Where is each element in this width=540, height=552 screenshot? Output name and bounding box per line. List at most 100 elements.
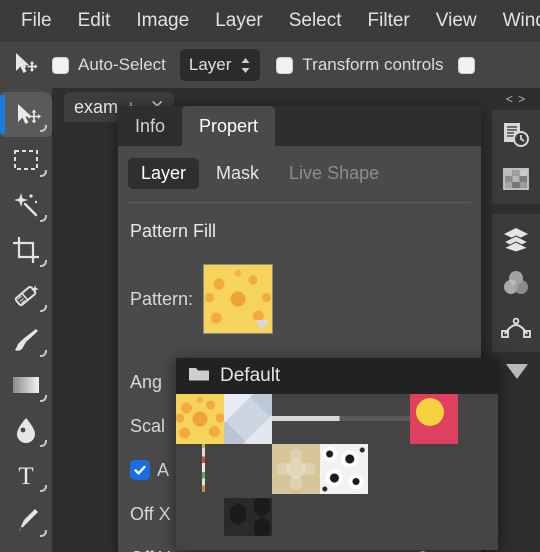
pattern-picker-header[interactable]: Default bbox=[176, 358, 498, 394]
tool-magic-wand[interactable] bbox=[0, 182, 52, 227]
subtab-mask[interactable]: Mask bbox=[203, 158, 272, 189]
pattern-item-thin-line[interactable] bbox=[272, 416, 422, 421]
move-tool-icon bbox=[18, 103, 41, 124]
menu-item-layer[interactable]: Layer bbox=[202, 0, 276, 42]
extra-checkbox[interactable] bbox=[457, 56, 475, 74]
menu-item-window[interactable]: Window bbox=[490, 0, 540, 42]
drag-handle-icon[interactable]: < > bbox=[492, 88, 540, 110]
tool-expand-corner-icon bbox=[40, 485, 47, 492]
menu-item-filter[interactable]: Filter bbox=[355, 0, 423, 42]
blur-droplet-icon bbox=[17, 417, 35, 443]
layers-panel-button[interactable] bbox=[499, 222, 533, 256]
layers-stack-icon bbox=[502, 228, 530, 253]
brush-icon bbox=[15, 328, 38, 351]
tool-expand-corner-icon bbox=[40, 215, 47, 222]
scale-label: Scal bbox=[130, 415, 166, 436]
subtab-layer[interactable]: Layer bbox=[128, 158, 200, 189]
tool-blur[interactable] bbox=[0, 407, 52, 452]
tool-gradient[interactable] bbox=[0, 362, 52, 407]
history-icon bbox=[504, 123, 529, 147]
tool-palette: T bbox=[0, 88, 52, 552]
transform-controls-option[interactable]: Transform controls bbox=[276, 55, 444, 75]
paths-panel-button[interactable] bbox=[499, 310, 533, 344]
tab-properties[interactable]: Propert bbox=[182, 106, 276, 146]
tool-expand-corner-icon bbox=[40, 530, 47, 537]
pattern-field-row: Pattern: bbox=[118, 264, 481, 334]
right-dock: < > bbox=[492, 88, 540, 552]
auto-select-checkbox[interactable] bbox=[52, 56, 69, 74]
pattern-item-color-stripe[interactable] bbox=[202, 444, 205, 492]
pattern-item-crimson-circle[interactable] bbox=[410, 394, 458, 444]
menu-bar: File Edit Image Layer Select Filter View… bbox=[0, 0, 540, 42]
tool-crop[interactable] bbox=[0, 227, 52, 272]
tool-pen[interactable] bbox=[0, 497, 52, 542]
swatches-grid-icon bbox=[503, 168, 529, 190]
options-bar: Auto-Select Layer Transform controls bbox=[0, 42, 540, 88]
tool-expand-corner-icon bbox=[40, 440, 47, 447]
tool-move[interactable] bbox=[0, 92, 52, 137]
paths-curve-icon bbox=[501, 317, 531, 338]
marquee-icon bbox=[14, 149, 38, 170]
tool-expand-corner-icon bbox=[40, 125, 47, 132]
auto-select-option[interactable]: Auto-Select bbox=[52, 55, 166, 75]
gradient-icon bbox=[13, 376, 39, 393]
tool-rectangular-marquee[interactable] bbox=[0, 137, 52, 182]
triangle-down-icon bbox=[255, 320, 270, 330]
checkmark-icon bbox=[134, 465, 146, 475]
tab-info[interactable]: Info bbox=[118, 106, 182, 146]
menu-item-select[interactable]: Select bbox=[276, 0, 355, 42]
pattern-folder-label: Default bbox=[220, 365, 281, 386]
pattern-item-dark-hexagon[interactable] bbox=[224, 498, 272, 536]
tool-eraser[interactable] bbox=[0, 272, 52, 317]
menu-item-file[interactable]: File bbox=[8, 0, 65, 42]
offset-y-label: Off Y bbox=[130, 548, 170, 552]
magic-wand-icon bbox=[14, 192, 38, 216]
menu-item-view[interactable]: View bbox=[423, 0, 490, 42]
menu-item-edit[interactable]: Edit bbox=[65, 0, 124, 42]
dock-group-history bbox=[492, 110, 540, 204]
pen-nib-icon bbox=[19, 508, 38, 531]
pattern-item-monochrome-floral[interactable] bbox=[320, 444, 368, 494]
link-with-layer-checkbox[interactable] bbox=[130, 460, 150, 480]
extra-option[interactable] bbox=[457, 56, 475, 74]
pattern-picker-grid bbox=[176, 394, 498, 536]
tool-expand-corner-icon bbox=[40, 260, 47, 267]
tool-expand-corner-icon bbox=[40, 170, 47, 177]
offset-x-label: Off X bbox=[130, 503, 171, 524]
swatches-panel-button[interactable] bbox=[499, 162, 533, 196]
transform-controls-checkbox[interactable] bbox=[276, 56, 294, 74]
dock-group-layers bbox=[492, 214, 540, 352]
chevron-updown-icon bbox=[240, 57, 251, 74]
crop-icon bbox=[13, 236, 39, 263]
tool-shape[interactable] bbox=[0, 542, 52, 552]
section-title-pattern-fill: Pattern Fill bbox=[130, 221, 217, 241]
menu-item-image[interactable]: Image bbox=[123, 0, 202, 42]
tool-expand-corner-icon bbox=[40, 305, 47, 312]
eraser-icon bbox=[14, 284, 39, 306]
pattern-label: Pattern: bbox=[130, 288, 194, 309]
history-panel-button[interactable] bbox=[499, 118, 533, 152]
channels-circles-icon bbox=[504, 271, 528, 294]
pattern-picker-popup: Default bbox=[176, 358, 528, 550]
pattern-item-yellow-swirl[interactable] bbox=[176, 394, 224, 444]
properties-tab-row: Info Propert bbox=[118, 106, 481, 146]
photo-editor-window: File Edit Image Layer Select Filter View… bbox=[0, 0, 540, 552]
move-tool-icon bbox=[10, 50, 40, 80]
document-tab-label: exam bbox=[74, 96, 119, 117]
svg-text:T: T bbox=[18, 463, 33, 490]
target-select-dropdown[interactable]: Layer bbox=[179, 49, 261, 81]
tool-expand-corner-icon bbox=[40, 395, 47, 402]
pattern-item-tan-floral[interactable] bbox=[272, 444, 320, 494]
channels-panel-button[interactable] bbox=[499, 266, 533, 300]
properties-subtabs: Layer Mask Live Shape bbox=[118, 158, 481, 189]
tool-expand-corner-icon bbox=[40, 350, 47, 357]
tool-type[interactable]: T bbox=[0, 452, 52, 497]
pattern-item-clouds[interactable] bbox=[224, 394, 272, 444]
triangle-down-icon[interactable] bbox=[506, 364, 528, 379]
angle-label: Ang bbox=[130, 371, 163, 392]
tool-brush[interactable] bbox=[0, 317, 52, 362]
target-select-value: Layer bbox=[188, 55, 232, 74]
link-with-layer-label: A bbox=[157, 459, 170, 480]
pattern-swatch-button[interactable] bbox=[203, 264, 274, 334]
auto-select-label: Auto-Select bbox=[78, 55, 166, 74]
